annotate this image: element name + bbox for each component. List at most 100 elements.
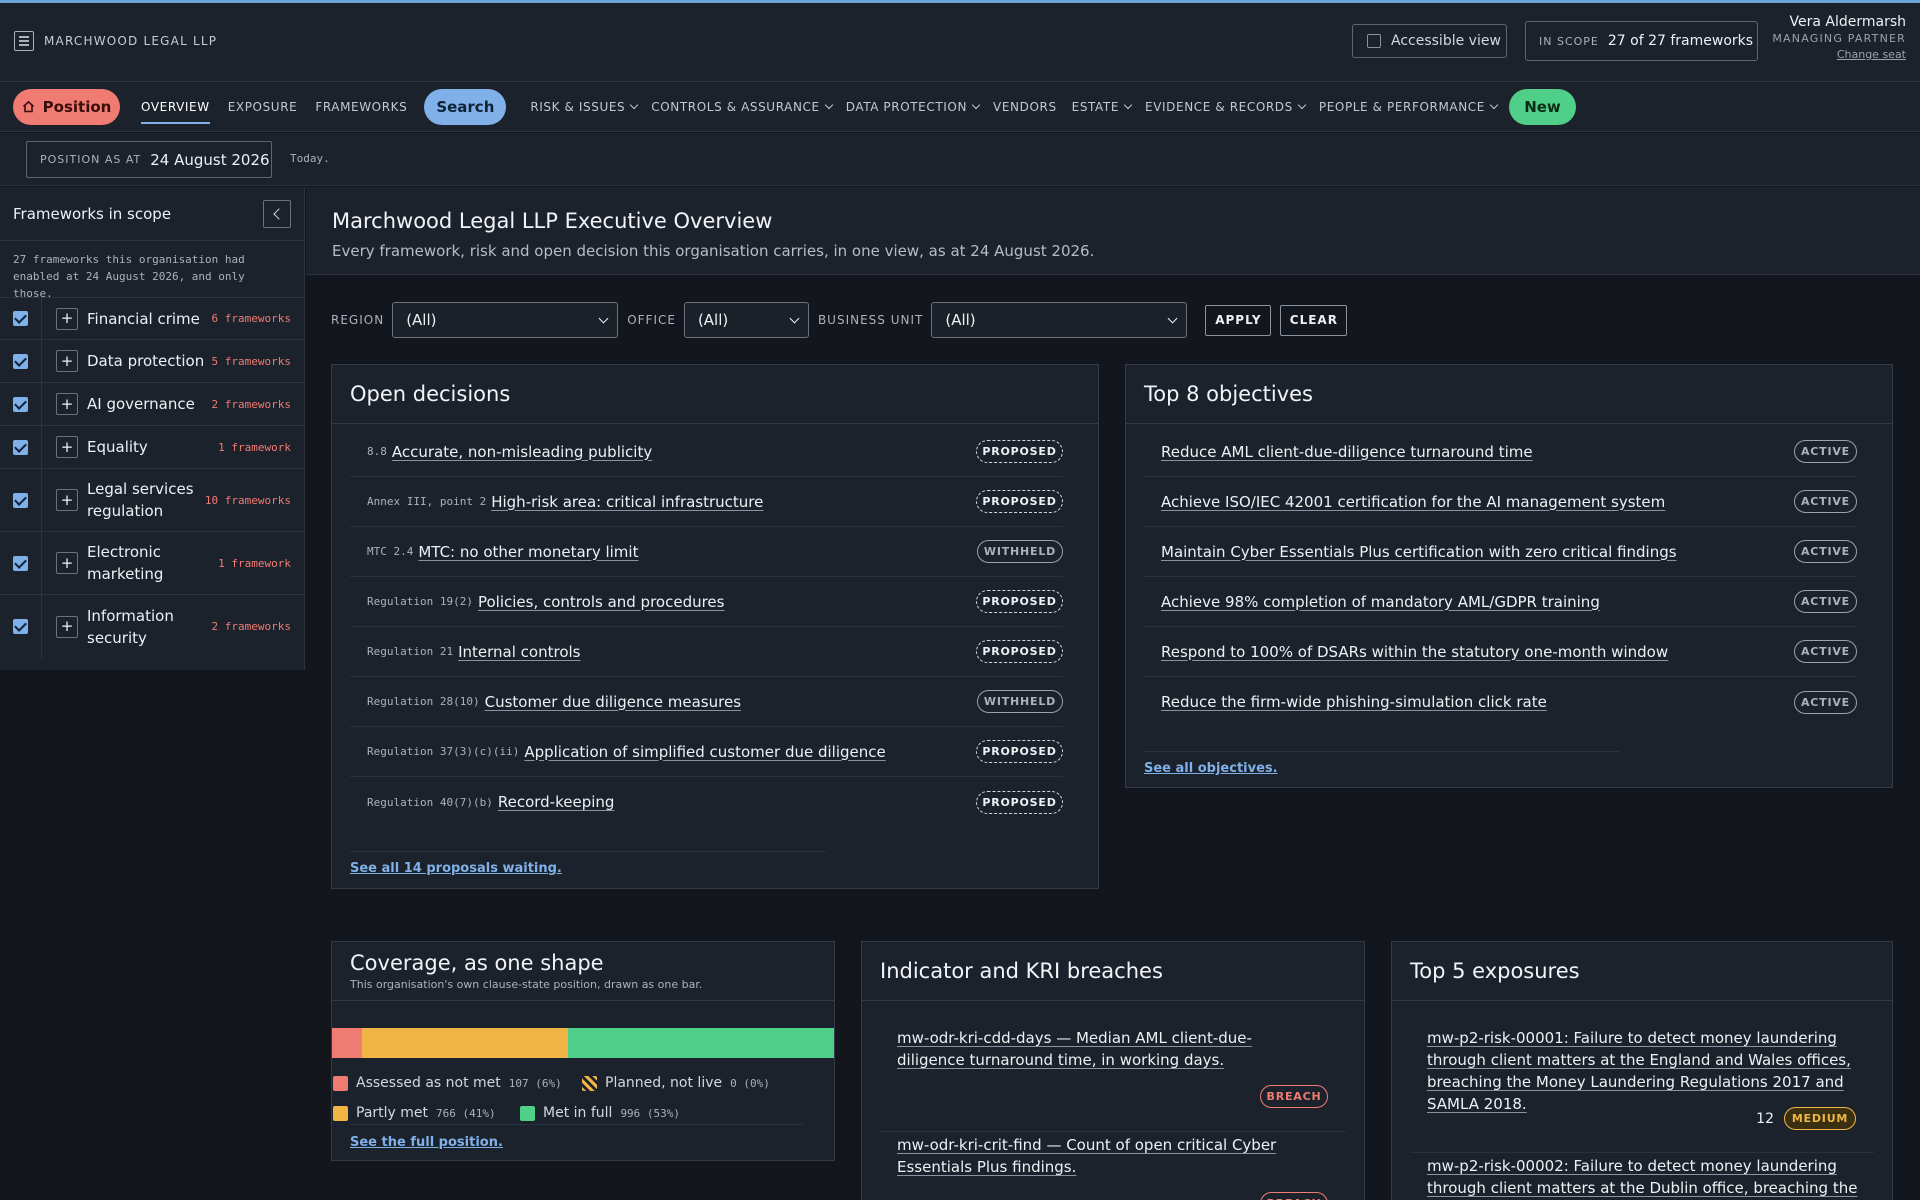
expand-plus-icon[interactable]: + xyxy=(56,350,78,372)
expand-plus-icon[interactable]: + xyxy=(56,552,78,574)
list-item[interactable]: Regulation 28(10) Customer due diligence… xyxy=(350,677,1063,727)
org-name: MARCHWOOD LEGAL LLP xyxy=(44,34,218,48)
menu-controls-assurance[interactable]: CONTROLS & ASSURANCE xyxy=(651,100,833,114)
divider xyxy=(350,1124,804,1125)
list-item[interactable]: Regulation 21 Internal controls PROPOSED xyxy=(350,627,1063,677)
menu-estate[interactable]: ESTATE xyxy=(1072,100,1133,114)
coverage-segment-partly-met[interactable] xyxy=(362,1028,568,1058)
list-item[interactable]: mw-odr-kri-cdd-days — Median AML client-… xyxy=(880,1027,1346,1132)
framework-checkbox[interactable] xyxy=(13,396,28,412)
list-item[interactable]: mw-p2-risk-00002: Failure to detect mone… xyxy=(1410,1155,1874,1200)
decision-ref: Regulation 28(10) xyxy=(367,695,480,708)
framework-checkbox[interactable] xyxy=(13,353,28,369)
list-item[interactable]: Achieve ISO/IEC 42001 certification for … xyxy=(1144,477,1857,527)
decision-link[interactable]: Accurate, non-misleading publicity xyxy=(392,443,652,461)
sidebar-item-financial-crime: + Financial crime 6 frameworks xyxy=(0,297,304,339)
tab-overview[interactable]: OVERVIEW xyxy=(141,100,210,124)
exposure-score: 12 xyxy=(1756,1110,1774,1127)
list-item[interactable]: Regulation 19(2) Policies, controls and … xyxy=(350,577,1063,627)
list-item[interactable]: Regulation 40(7)(b) Record-keeping PROPO… xyxy=(350,777,1063,827)
objectives-title: Top 8 objectives xyxy=(1144,382,1313,406)
list-item[interactable]: Reduce the firm-wide phishing-simulation… xyxy=(1144,677,1857,727)
tab-frameworks[interactable]: FRAMEWORKS xyxy=(315,100,407,114)
chevron-down-icon xyxy=(1123,100,1133,109)
position-date-picker[interactable]: POSITION AS AT 24 August 2026 xyxy=(26,141,272,178)
expand-plus-icon[interactable]: + xyxy=(56,393,78,415)
new-button[interactable]: New xyxy=(1508,88,1576,125)
document-menu-icon[interactable] xyxy=(14,31,34,51)
accessible-view-toggle[interactable]: Accessible view xyxy=(1352,24,1507,58)
decision-link[interactable]: Policies, controls and procedures xyxy=(478,593,725,611)
menu-data-protection[interactable]: DATA PROTECTION xyxy=(846,100,981,114)
sidebar-item-count: 1 framework xyxy=(218,440,291,454)
kri-link[interactable]: mw-odr-kri-cdd-days — Median AML client-… xyxy=(897,1027,1317,1071)
menu-risk-issues[interactable]: RISK & ISSUES xyxy=(530,100,639,114)
menu-evidence-records[interactable]: EVIDENCE & RECORDS xyxy=(1145,100,1307,114)
decision-link[interactable]: Record-keeping xyxy=(498,793,615,811)
list-item[interactable]: mw-p2-risk-00001: Failure to detect mone… xyxy=(1410,1027,1874,1153)
list-item[interactable]: Reduce AML client-due-diligence turnarou… xyxy=(1144,427,1857,477)
legend-count: 107 (6%) xyxy=(508,1076,562,1090)
status-badge: WITHHELD xyxy=(977,540,1063,563)
objective-link[interactable]: Reduce AML client-due-diligence turnarou… xyxy=(1161,443,1533,461)
sidebar-item-label: Data protection xyxy=(87,352,205,370)
objective-link[interactable]: Respond to 100% of DSARs within the stat… xyxy=(1161,643,1668,661)
decision-link[interactable]: Customer due diligence measures xyxy=(485,693,741,711)
clear-button[interactable]: CLEAR xyxy=(1280,304,1348,336)
apply-button[interactable]: APPLY xyxy=(1205,304,1272,336)
see-full-position-link[interactable]: See the full position. xyxy=(350,1135,503,1150)
position-button[interactable]: Position xyxy=(13,88,120,125)
menu-people-performance[interactable]: PEOPLE & PERFORMANCE xyxy=(1319,100,1499,114)
expand-plus-icon[interactable]: + xyxy=(56,489,78,511)
framework-checkbox[interactable] xyxy=(13,439,28,455)
coverage-segment-not-met[interactable] xyxy=(332,1028,363,1058)
expand-plus-icon[interactable]: + xyxy=(56,307,78,330)
exposure-link[interactable]: mw-p2-risk-00001: Failure to detect mone… xyxy=(1427,1027,1867,1115)
decision-link[interactable]: High-risk area: critical infrastructure xyxy=(491,493,763,511)
coverage-segment-met-in-full[interactable] xyxy=(567,1028,834,1058)
collapse-sidebar-button[interactable] xyxy=(263,200,291,228)
framework-checkbox[interactable] xyxy=(13,619,28,634)
user-role: MANAGING PARTNER xyxy=(1772,32,1906,45)
framework-checkbox[interactable] xyxy=(13,492,28,508)
expand-plus-icon[interactable]: + xyxy=(56,436,78,458)
expand-plus-icon[interactable]: + xyxy=(56,615,78,638)
list-item[interactable]: MTC 2.4 MTC: no other monetary limit WIT… xyxy=(350,527,1063,577)
coverage-title: Coverage, as one shape xyxy=(350,951,604,975)
checkbox-icon[interactable] xyxy=(1367,34,1381,48)
objective-link[interactable]: Maintain Cyber Essentials Plus certifica… xyxy=(1161,543,1677,561)
list-item[interactable]: Maintain Cyber Essentials Plus certifica… xyxy=(1144,527,1857,577)
list-item[interactable]: Regulation 37(3)(c)(ii) Application of s… xyxy=(350,727,1063,777)
decision-link[interactable]: MTC: no other monetary limit xyxy=(418,543,638,561)
sidebar-check-cell xyxy=(0,340,42,382)
decision-link[interactable]: Internal controls xyxy=(458,643,580,661)
legend-swatch-hatched xyxy=(582,1075,597,1091)
list-item[interactable]: mw-odr-kri-crit-find — Count of open cri… xyxy=(880,1134,1346,1200)
objective-link[interactable]: Achieve ISO/IEC 42001 certification for … xyxy=(1161,493,1665,511)
list-item[interactable]: 8.8 Accurate, non-misleading publicity P… xyxy=(350,427,1063,477)
sidebar-title: Frameworks in scope xyxy=(13,204,172,223)
office-select[interactable]: (All) xyxy=(683,302,809,338)
region-select[interactable]: (All) xyxy=(392,302,619,338)
list-item[interactable]: Achieve 98% completion of mandatory AML/… xyxy=(1144,577,1857,627)
list-item[interactable]: Annex III, point 2 High-risk area: criti… xyxy=(350,477,1063,527)
kri-link[interactable]: mw-odr-kri-crit-find — Count of open cri… xyxy=(897,1134,1317,1178)
legend-swatch xyxy=(333,1075,348,1091)
change-seat-link[interactable]: Change seat xyxy=(1772,48,1906,61)
see-all-proposals-link[interactable]: See all 14 proposals waiting. xyxy=(350,861,562,876)
exposure-link[interactable]: mw-p2-risk-00002: Failure to detect mone… xyxy=(1427,1155,1867,1200)
framework-checkbox[interactable] xyxy=(13,555,28,571)
tab-vendors[interactable]: VENDORS xyxy=(993,100,1057,114)
scope-indicator[interactable]: IN SCOPE 27 of 27 frameworks xyxy=(1525,21,1758,61)
objective-link[interactable]: Reduce the firm-wide phishing-simulation… xyxy=(1161,693,1547,711)
list-item[interactable]: Respond to 100% of DSARs within the stat… xyxy=(1144,627,1857,677)
search-button[interactable]: Search xyxy=(424,88,507,125)
objective-link[interactable]: Achieve 98% completion of mandatory AML/… xyxy=(1161,593,1600,611)
filter-bar: REGION (All) OFFICE (All) BUSINESS UNIT … xyxy=(331,302,1348,338)
framework-checkbox[interactable] xyxy=(13,311,28,326)
tab-exposure[interactable]: EXPOSURE xyxy=(228,100,298,114)
business-unit-select[interactable]: (All) xyxy=(931,302,1188,338)
see-all-objectives-link[interactable]: See all objectives. xyxy=(1144,761,1278,776)
position-date-value: 24 August 2026 xyxy=(150,150,270,169)
decision-link[interactable]: Application of simplified customer due d… xyxy=(524,743,885,761)
